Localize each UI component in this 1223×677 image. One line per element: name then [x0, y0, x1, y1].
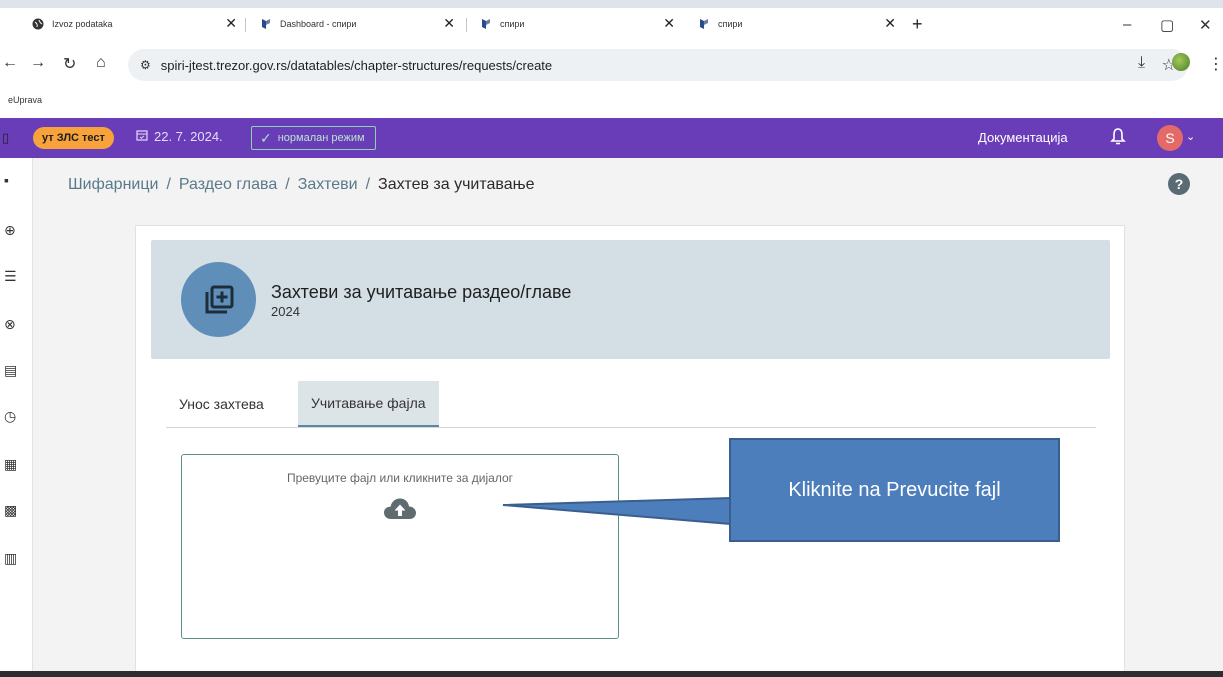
mode-indicator: ✓ нормалан режим: [251, 126, 376, 150]
browser-tab-strip: Izvoz podataka ✕ Dashboard - спири ✕ спи…: [0, 0, 1223, 40]
browser-menu-icon[interactable]: ⋮: [1208, 54, 1223, 74]
sidebar-document-icon[interactable]: ▤: [4, 362, 17, 379]
tab-separator: [466, 18, 467, 32]
browser-tab[interactable]: Dashboard - спири ✕: [250, 8, 465, 40]
tab-title: спири: [718, 19, 743, 29]
user-avatar[interactable]: S: [1157, 125, 1183, 151]
spiri-favicon-icon: [260, 18, 272, 30]
callout-text: Kliknite na Prevucite fajl: [788, 478, 1001, 501]
sidebar-list-icon[interactable]: ☰: [4, 268, 17, 285]
add-layers-icon: [181, 262, 256, 337]
page-year: 2024: [271, 304, 300, 319]
tab-separator: [245, 18, 246, 32]
download-icon[interactable]: ⤓: [1138, 54, 1145, 72]
documentation-link[interactable]: Документација: [978, 130, 1068, 145]
maximize-icon[interactable]: ▢: [1160, 16, 1174, 34]
bell-icon[interactable]: [1110, 127, 1126, 150]
dropzone-text[interactable]: Превуците фајл или кликните за дијалог: [182, 471, 618, 485]
environment-badge: ут ЗЛС тест: [33, 127, 114, 149]
tab-title: Izvoz podataka: [52, 19, 113, 29]
mode-text: нормалан режим: [277, 132, 365, 144]
tab-request-entry[interactable]: Унос захтева: [166, 381, 277, 427]
sidebar-rail: ▪ ⊕ ☰ ⊗ ▤ ◷ ▦ ▩ ▥: [0, 158, 33, 677]
globe-icon: [32, 18, 44, 30]
current-date: 22. 7. 2024.: [136, 129, 223, 144]
breadcrumb: Шифарници / Раздео глава / Захтеви / Захтев за…: [68, 176, 535, 194]
minimize-icon[interactable]: –: [1123, 16, 1131, 33]
sidebar-finance-icon[interactable]: ⊗: [4, 316, 16, 333]
breadcrumb-item[interactable]: Шифарници: [68, 176, 158, 193]
sidebar-calculator-icon[interactable]: ▦: [4, 456, 17, 473]
tab-close-icon[interactable]: ✕: [663, 16, 675, 30]
cloud-upload-icon[interactable]: [383, 497, 417, 526]
forward-icon[interactable]: →: [30, 54, 46, 72]
checkmark-icon: ✓: [260, 129, 272, 146]
bookmark-eUprava[interactable]: eUprava: [8, 95, 42, 105]
bookmarks-bar: eUprava: [0, 90, 1223, 118]
chevron-down-icon[interactable]: ⌄: [1186, 130, 1195, 143]
breadcrumb-separator: /: [365, 176, 371, 193]
tab-close-icon[interactable]: ✕: [884, 16, 896, 30]
breadcrumb-separator: /: [166, 176, 171, 193]
home-icon[interactable]: ⌂: [96, 54, 106, 72]
instruction-callout: Kliknite na Prevucite fajl: [729, 438, 1060, 542]
sidebar-lock-icon[interactable]: ▩: [4, 502, 17, 519]
taskbar-edge: [0, 671, 1223, 677]
window-close-icon[interactable]: ✕: [1199, 16, 1212, 34]
page-banner: Захтеви за учитавање раздео/главе 2024: [151, 240, 1110, 359]
breadcrumb-item[interactable]: Захтеви: [298, 176, 358, 193]
tab-title: спири: [500, 19, 525, 29]
back-icon[interactable]: ←: [2, 54, 18, 72]
spiri-favicon-icon: [480, 18, 492, 30]
sidebar-budget-icon[interactable]: ⊕: [4, 222, 16, 239]
sidebar-clock-icon[interactable]: ◷: [4, 408, 16, 425]
breadcrumb-current: Захтев за учитавање: [378, 176, 535, 193]
app-header: ▯ ут ЗЛС тест 22. 7. 2024. ✓ нормалан ре…: [0, 118, 1223, 158]
tab-file-upload[interactable]: Учитавање фајла: [298, 381, 439, 427]
breadcrumb-separator: /: [285, 176, 290, 193]
site-settings-icon[interactable]: ⚙: [140, 58, 151, 72]
address-bar[interactable]: ⚙ spiri-jtest.trezor.gov.rs/datatables/c…: [128, 49, 1188, 81]
url-text[interactable]: spiri-jtest.trezor.gov.rs/datatables/cha…: [161, 58, 552, 73]
tab-title: Dashboard - спири: [280, 19, 357, 29]
calendar-icon: [136, 129, 148, 144]
browser-tab-active[interactable]: спири ✕: [688, 8, 906, 40]
browser-toolbar: ← → ↻ ⌂ ⚙ spiri-jtest.trezor.gov.rs/data…: [0, 40, 1223, 90]
form-tabs: Унос захтева Учитавање фајла: [166, 381, 1096, 428]
browser-tab[interactable]: спири ✕: [470, 8, 685, 40]
page-title: Захтеви за учитавање раздео/главе: [271, 282, 572, 302]
app-menu-icon[interactable]: ▯: [2, 130, 9, 146]
profile-avatar-icon[interactable]: [1172, 53, 1190, 71]
browser-tab[interactable]: Izvoz podataka ✕: [22, 8, 247, 40]
breadcrumb-bar: Шифарници / Раздео глава / Захтеви / Захтев за…: [33, 158, 1223, 208]
breadcrumb-item[interactable]: Раздео глава: [179, 176, 277, 193]
help-icon[interactable]: ?: [1168, 173, 1190, 195]
date-text: 22. 7. 2024.: [154, 129, 223, 144]
sidebar-dashboard-icon[interactable]: ▪: [4, 172, 9, 188]
tab-close-icon[interactable]: ✕: [443, 16, 455, 30]
reload-icon[interactable]: ↻: [63, 54, 76, 74]
tab-close-icon[interactable]: ✕: [225, 16, 237, 30]
new-tab-plus-icon[interactable]: +: [912, 14, 923, 35]
file-dropzone[interactable]: Превуците фајл или кликните за дијалог: [181, 454, 619, 639]
spiri-favicon-icon: [698, 18, 710, 30]
sidebar-table-icon[interactable]: ▥: [4, 550, 17, 567]
